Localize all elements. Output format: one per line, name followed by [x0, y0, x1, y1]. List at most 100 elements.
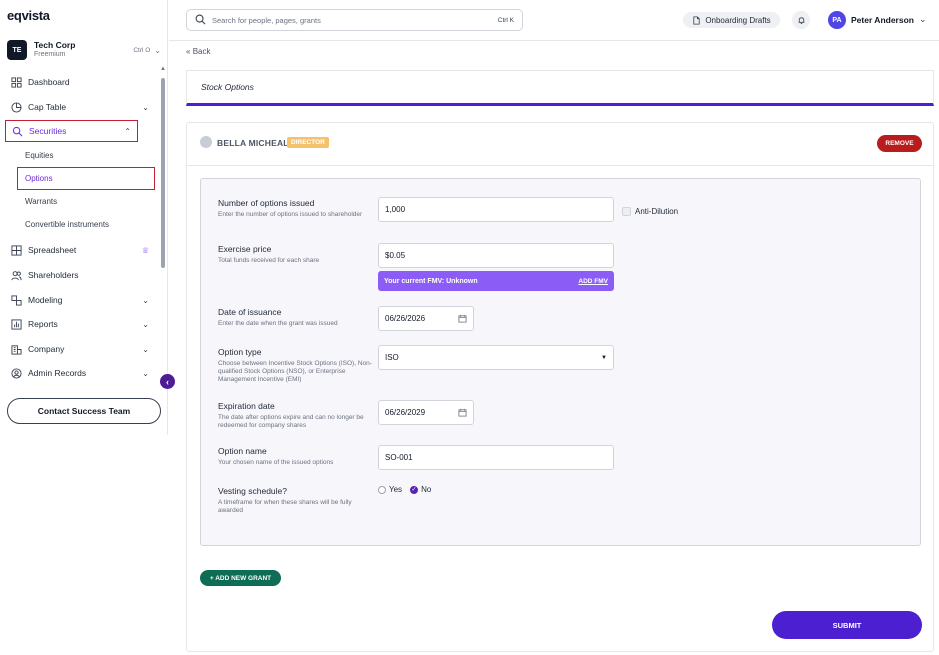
app-logo[interactable]: eqvista: [7, 8, 50, 23]
add-new-grant-button[interactable]: + ADD NEW GRANT: [200, 570, 281, 586]
users-icon: [10, 269, 22, 281]
sidebar: eqvista TE Tech Corp Freemium Ctrl O ⌄ ▲…: [0, 0, 168, 435]
sidebar-item-label: Cap Table: [28, 102, 67, 112]
chevron-down-icon: ⌄: [142, 102, 149, 112]
vesting-yes-label[interactable]: Yes: [389, 485, 402, 494]
chevron-left-icon: ‹: [166, 376, 169, 387]
options-issued-label: Number of options issued: [218, 198, 315, 208]
anti-dilution-label: Anti-Dilution: [635, 207, 679, 216]
user-name[interactable]: Peter Anderson: [851, 15, 914, 25]
submit-button[interactable]: SUBMIT: [772, 611, 922, 639]
sidebar-item-securities[interactable]: Securities ⌃: [5, 120, 138, 142]
onboarding-drafts-label: Onboarding Drafts: [705, 15, 771, 25]
vesting-no-radio[interactable]: ✓: [410, 485, 419, 494]
org-initials-badge: TE: [7, 40, 27, 60]
expiration-date-value: 06/26/2029: [385, 408, 426, 417]
vesting-yes-radio[interactable]: [378, 485, 386, 494]
remove-button[interactable]: REMOVE: [877, 135, 922, 152]
anti-dilution-checkbox[interactable]: Anti-Dilution: [622, 207, 678, 216]
exercise-price-input[interactable]: [378, 243, 614, 268]
sidebar-item-label: Reports: [28, 319, 58, 329]
notifications-button[interactable]: [792, 11, 810, 29]
options-issued-input[interactable]: [378, 197, 614, 222]
sidebar-item-label: Spreadsheet: [28, 245, 77, 255]
back-label: Back: [192, 47, 211, 56]
collapse-sidebar-button[interactable]: ‹: [160, 374, 175, 389]
chevron-down-icon[interactable]: ⌄: [919, 14, 927, 25]
admin-icon: [10, 367, 22, 379]
check-icon: ✓: [411, 487, 417, 493]
company-icon: [10, 343, 22, 355]
option-name-input[interactable]: [378, 445, 614, 470]
sidebar-subitem-equities[interactable]: Equities: [25, 151, 53, 160]
dashboard-icon: [10, 76, 22, 88]
search-bar[interactable]: Ctrl K: [186, 9, 523, 31]
chevron-up-icon: ⌃: [124, 126, 131, 136]
sidebar-item-label: Company: [28, 344, 65, 354]
bell-icon: [798, 16, 804, 24]
sidebar-subitem-convertible-instruments[interactable]: Convertible instruments: [25, 220, 109, 229]
sidebar-item-company[interactable]: Company ⌄: [5, 338, 155, 360]
issuance-date-help: Enter the date when the grant was issued: [218, 320, 338, 327]
sidebar-item-reports[interactable]: Reports ⌄: [5, 313, 155, 335]
option-type-value: ISO: [385, 353, 399, 362]
back-link[interactable]: « Back: [186, 47, 210, 56]
add-fmv-link[interactable]: ADD FMV: [578, 278, 608, 285]
checkbox-box[interactable]: [622, 207, 631, 216]
top-bar: Ctrl K Onboarding Drafts PA Peter Anders…: [169, 0, 939, 41]
contact-success-team-button[interactable]: Contact Success Team: [7, 398, 161, 424]
sidebar-item-dashboard[interactable]: Dashboard: [5, 71, 155, 93]
modeling-icon: [10, 294, 22, 306]
issuance-date-label: Date of issuance: [218, 307, 282, 317]
document-icon: [693, 15, 700, 25]
chevron-down-icon: ⌄: [142, 295, 149, 305]
org-plan: Freemium: [34, 51, 66, 58]
sidebar-item-spreadsheet[interactable]: Spreadsheet ♕: [5, 239, 155, 261]
sidebar-item-label: Dashboard: [28, 77, 70, 87]
onboarding-drafts-button[interactable]: Onboarding Drafts: [683, 12, 780, 28]
sidebar-item-modeling[interactable]: Modeling ⌄: [5, 289, 155, 311]
sidebar-item-admin-records[interactable]: Admin Records ⌄: [5, 362, 155, 384]
vesting-help: A timeframe for when these shares will b…: [218, 499, 352, 514]
option-name-label: Option name: [218, 446, 267, 456]
fmv-text: Your current FMV: Unknown: [384, 277, 478, 285]
option-type-help: Choose between Incentive Stock Options (…: [218, 360, 372, 383]
sidebar-subitem-warrants[interactable]: Warrants: [25, 197, 57, 206]
vesting-no-label[interactable]: No: [421, 485, 431, 494]
sidebar-item-shareholders[interactable]: Shareholders: [5, 264, 155, 286]
scroll-up-icon[interactable]: ▲: [160, 66, 166, 72]
exercise-price-help: Total funds received for each share: [218, 257, 320, 264]
scrollbar-thumb[interactable]: [161, 78, 165, 268]
sidebar-subitem-options[interactable]: Options: [17, 167, 155, 190]
search-input[interactable]: [212, 15, 498, 25]
org-text: Tech Corp Freemium: [34, 40, 75, 60]
search-icon: [195, 14, 206, 27]
sidebar-subitem-label: Options: [25, 174, 53, 183]
issuance-date-value: 06/26/2026: [385, 314, 426, 323]
sidebar-scrollbar[interactable]: ▲: [160, 66, 166, 268]
securities-icon: [11, 125, 23, 137]
expiration-date-help: The date after options expire and can no…: [218, 414, 364, 429]
pie-chart-icon: [10, 101, 22, 113]
vesting-radio-group: Yes ✓ No: [378, 485, 431, 494]
sidebar-item-label: Shareholders: [28, 270, 79, 280]
page-header: Stock Options: [186, 70, 934, 106]
sidebar-item-cap-table[interactable]: Cap Table ⌄: [5, 96, 155, 118]
options-issued-help: Enter the number of options issued to sh…: [218, 211, 363, 218]
search-shortcut: Ctrl K: [497, 16, 514, 24]
expiration-date-picker[interactable]: 06/26/2029: [378, 400, 474, 425]
option-type-select[interactable]: ISO ▼: [378, 345, 614, 370]
caret-down-icon: ▼: [601, 354, 607, 361]
holder-row: BELLA MICHEAL DIRECTOR REMOVE: [187, 123, 933, 166]
user-avatar-icon: [200, 136, 212, 148]
option-name-help: Your chosen name of the issued options: [218, 459, 334, 466]
exercise-price-label: Exercise price: [218, 244, 272, 254]
user-avatar[interactable]: PA: [828, 11, 846, 29]
vesting-label: Vesting schedule?: [218, 486, 287, 496]
org-switcher[interactable]: TE Tech Corp Freemium Ctrl O ⌄: [7, 38, 161, 62]
calendar-icon: [458, 408, 467, 417]
org-name: Tech Corp: [34, 40, 76, 50]
chevron-down-icon: ⌄: [142, 368, 149, 378]
grant-card: BELLA MICHEAL DIRECTOR REMOVE Number of …: [186, 122, 934, 652]
issuance-date-picker[interactable]: 06/26/2026: [378, 306, 474, 331]
